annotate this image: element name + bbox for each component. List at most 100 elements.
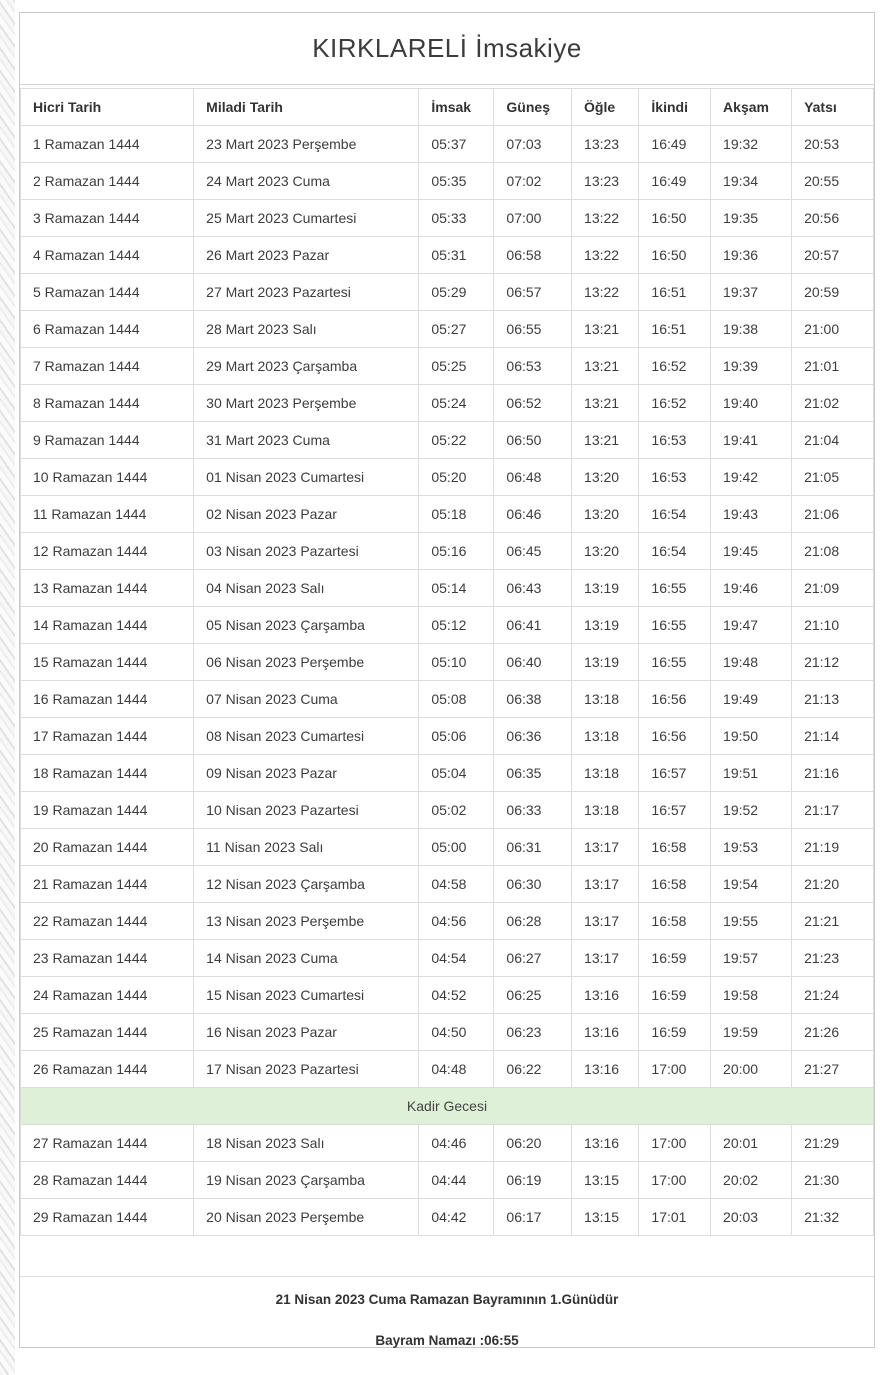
table-footer-spacer bbox=[20, 1236, 874, 1276]
cell-ogle: 13:16 bbox=[572, 977, 639, 1014]
cell-imsak: 05:29 bbox=[419, 274, 494, 311]
title-box: KIRKLARELİ İmsakiye bbox=[20, 13, 874, 85]
cell-miladi-tarih: 14 Nisan 2023 Cuma bbox=[194, 940, 419, 977]
page-left-edge-texture bbox=[0, 0, 15, 1375]
table-row: 14 Ramazan 144405 Nisan 2023 Çarşamba05:… bbox=[21, 607, 874, 644]
page-title: KIRKLARELİ İmsakiye bbox=[312, 33, 582, 64]
cell-imsak: 05:12 bbox=[419, 607, 494, 644]
table-row: 4 Ramazan 144426 Mart 2023 Pazar05:3106:… bbox=[21, 237, 874, 274]
cell-aksam: 20:00 bbox=[711, 1051, 792, 1088]
cell-miladi-tarih: 31 Mart 2023 Cuma bbox=[194, 422, 419, 459]
cell-gunes: 06:25 bbox=[494, 977, 572, 1014]
cell-gunes: 06:17 bbox=[494, 1199, 572, 1236]
table-row: 19 Ramazan 144410 Nisan 2023 Pazartesi05… bbox=[21, 792, 874, 829]
cell-hicri-tarih: 17 Ramazan 1444 bbox=[21, 718, 194, 755]
cell-imsak: 04:48 bbox=[419, 1051, 494, 1088]
cell-gunes: 07:00 bbox=[494, 200, 572, 237]
cell-miladi-tarih: 30 Mart 2023 Perşembe bbox=[194, 385, 419, 422]
cell-aksam: 19:34 bbox=[711, 163, 792, 200]
table-row: 5 Ramazan 144427 Mart 2023 Pazartesi05:2… bbox=[21, 274, 874, 311]
cell-aksam: 20:02 bbox=[711, 1162, 792, 1199]
table-row: 15 Ramazan 144406 Nisan 2023 Perşembe05:… bbox=[21, 644, 874, 681]
cell-miladi-tarih: 18 Nisan 2023 Salı bbox=[194, 1125, 419, 1162]
cell-miladi-tarih: 05 Nisan 2023 Çarşamba bbox=[194, 607, 419, 644]
cell-aksam: 19:40 bbox=[711, 385, 792, 422]
cell-hicri-tarih: 5 Ramazan 1444 bbox=[21, 274, 194, 311]
cell-miladi-tarih: 11 Nisan 2023 Salı bbox=[194, 829, 419, 866]
cell-miladi-tarih: 20 Nisan 2023 Perşembe bbox=[194, 1199, 419, 1236]
cell-aksam: 19:52 bbox=[711, 792, 792, 829]
cell-miladi-tarih: 07 Nisan 2023 Cuma bbox=[194, 681, 419, 718]
cell-aksam: 19:37 bbox=[711, 274, 792, 311]
cell-ogle: 13:15 bbox=[572, 1199, 639, 1236]
cell-ikindi: 16:54 bbox=[639, 533, 711, 570]
cell-gunes: 06:50 bbox=[494, 422, 572, 459]
cell-miladi-tarih: 13 Nisan 2023 Perşembe bbox=[194, 903, 419, 940]
cell-ogle: 13:23 bbox=[572, 126, 639, 163]
table-row: 7 Ramazan 144429 Mart 2023 Çarşamba05:25… bbox=[21, 348, 874, 385]
cell-imsak: 04:44 bbox=[419, 1162, 494, 1199]
cell-miladi-tarih: 16 Nisan 2023 Pazar bbox=[194, 1014, 419, 1051]
cell-gunes: 06:46 bbox=[494, 496, 572, 533]
cell-ogle: 13:17 bbox=[572, 940, 639, 977]
table-row: 29 Ramazan 144420 Nisan 2023 Perşembe04:… bbox=[21, 1199, 874, 1236]
cell-yatsi: 20:56 bbox=[792, 200, 874, 237]
cell-miladi-tarih: 24 Mart 2023 Cuma bbox=[194, 163, 419, 200]
cell-ogle: 13:20 bbox=[572, 533, 639, 570]
cell-yatsi: 20:55 bbox=[792, 163, 874, 200]
cell-imsak: 05:25 bbox=[419, 348, 494, 385]
column-header-aksam: Akşam bbox=[711, 89, 792, 126]
cell-hicri-tarih: 12 Ramazan 1444 bbox=[21, 533, 194, 570]
cell-imsak: 05:20 bbox=[419, 459, 494, 496]
cell-aksam: 19:39 bbox=[711, 348, 792, 385]
cell-yatsi: 21:17 bbox=[792, 792, 874, 829]
cell-imsak: 05:08 bbox=[419, 681, 494, 718]
cell-imsak: 04:42 bbox=[419, 1199, 494, 1236]
cell-yatsi: 21:06 bbox=[792, 496, 874, 533]
cell-hicri-tarih: 22 Ramazan 1444 bbox=[21, 903, 194, 940]
cell-yatsi: 21:21 bbox=[792, 903, 874, 940]
imsakiye-container: KIRKLARELİ İmsakiye Hicri Tarih Miladi T… bbox=[19, 12, 875, 1348]
cell-hicri-tarih: 19 Ramazan 1444 bbox=[21, 792, 194, 829]
kadir-gecesi-row: Kadir Gecesi bbox=[21, 1088, 874, 1125]
cell-aksam: 19:42 bbox=[711, 459, 792, 496]
cell-ogle: 13:17 bbox=[572, 903, 639, 940]
cell-hicri-tarih: 26 Ramazan 1444 bbox=[21, 1051, 194, 1088]
cell-ogle: 13:18 bbox=[572, 755, 639, 792]
cell-imsak: 05:06 bbox=[419, 718, 494, 755]
table-row: 28 Ramazan 144419 Nisan 2023 Çarşamba04:… bbox=[21, 1162, 874, 1199]
cell-hicri-tarih: 4 Ramazan 1444 bbox=[21, 237, 194, 274]
table-header-row: Hicri Tarih Miladi Tarih İmsak Güneş Öğl… bbox=[21, 89, 874, 126]
cell-hicri-tarih: 25 Ramazan 1444 bbox=[21, 1014, 194, 1051]
cell-ikindi: 17:00 bbox=[639, 1051, 711, 1088]
cell-gunes: 06:55 bbox=[494, 311, 572, 348]
cell-ikindi: 17:00 bbox=[639, 1162, 711, 1199]
cell-ogle: 13:20 bbox=[572, 459, 639, 496]
cell-ikindi: 16:59 bbox=[639, 1014, 711, 1051]
table-row: 9 Ramazan 144431 Mart 2023 Cuma05:2206:5… bbox=[21, 422, 874, 459]
cell-gunes: 06:31 bbox=[494, 829, 572, 866]
table-row: 17 Ramazan 144408 Nisan 2023 Cumartesi05… bbox=[21, 718, 874, 755]
cell-ikindi: 16:53 bbox=[639, 422, 711, 459]
cell-gunes: 07:03 bbox=[494, 126, 572, 163]
cell-gunes: 06:48 bbox=[494, 459, 572, 496]
cell-yatsi: 21:01 bbox=[792, 348, 874, 385]
cell-ikindi: 16:50 bbox=[639, 237, 711, 274]
cell-ikindi: 16:52 bbox=[639, 385, 711, 422]
cell-imsak: 04:56 bbox=[419, 903, 494, 940]
cell-imsak: 05:22 bbox=[419, 422, 494, 459]
cell-yatsi: 20:53 bbox=[792, 126, 874, 163]
cell-hicri-tarih: 8 Ramazan 1444 bbox=[21, 385, 194, 422]
cell-yatsi: 21:26 bbox=[792, 1014, 874, 1051]
cell-hicri-tarih: 13 Ramazan 1444 bbox=[21, 570, 194, 607]
cell-aksam: 19:47 bbox=[711, 607, 792, 644]
cell-ikindi: 16:59 bbox=[639, 940, 711, 977]
cell-gunes: 06:35 bbox=[494, 755, 572, 792]
cell-imsak: 05:14 bbox=[419, 570, 494, 607]
cell-yatsi: 21:24 bbox=[792, 977, 874, 1014]
table-row: 21 Ramazan 144412 Nisan 2023 Çarşamba04:… bbox=[21, 866, 874, 903]
cell-miladi-tarih: 26 Mart 2023 Pazar bbox=[194, 237, 419, 274]
table-row: 8 Ramazan 144430 Mart 2023 Perşembe05:24… bbox=[21, 385, 874, 422]
cell-yatsi: 21:23 bbox=[792, 940, 874, 977]
cell-ogle: 13:17 bbox=[572, 866, 639, 903]
